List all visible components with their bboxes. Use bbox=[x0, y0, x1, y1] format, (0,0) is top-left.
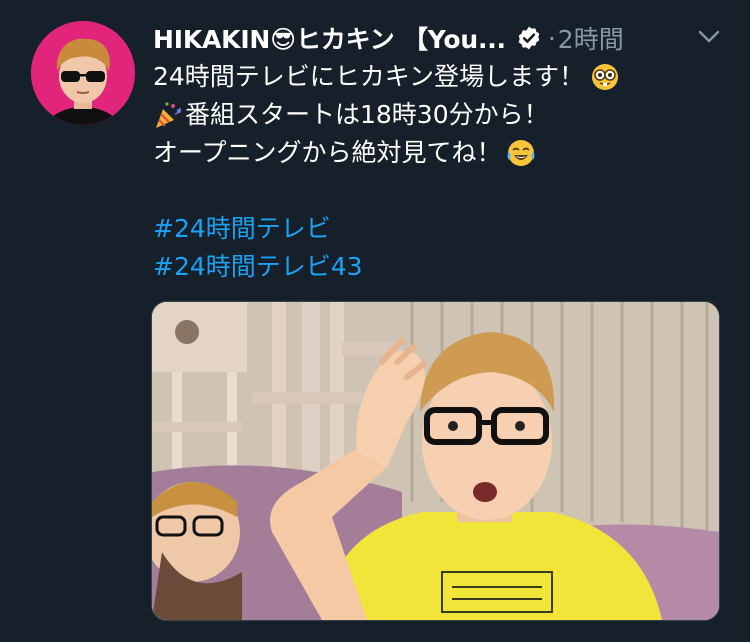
hashtag-link[interactable]: #24時間テレビ bbox=[153, 210, 331, 248]
avatar-photo-icon bbox=[31, 21, 135, 125]
hashtag-link[interactable]: #24時間テレビ43 bbox=[153, 248, 363, 286]
tweet-line: 番組スタートは18時30分から！ bbox=[153, 96, 733, 134]
tweet-line-text: オープニングから絶対見てね！ bbox=[153, 138, 502, 167]
tweet-header: HIKAKIN😎ヒカキン 【You... · 2時間 bbox=[153, 16, 728, 60]
verified-badge-icon bbox=[518, 26, 540, 50]
avatar[interactable] bbox=[31, 21, 135, 125]
tweet-line: オープニングから絶対見てね！ bbox=[153, 134, 733, 172]
tweet[interactable]: HIKAKIN😎ヒカキン 【You... · 2時間 24時間テレビにヒカキン登… bbox=[0, 0, 750, 642]
tweet-line-text: 番組スタートは18時30分から！ bbox=[185, 100, 549, 129]
tweet-line: 24時間テレビにヒカキン登場します！ bbox=[153, 58, 733, 96]
party-popper-icon bbox=[156, 102, 181, 128]
selfie-photo-icon bbox=[152, 302, 719, 620]
tears-of-joy-icon bbox=[507, 140, 535, 166]
tweet-line-text: 24時間テレビにヒカキン登場します！ bbox=[153, 62, 585, 91]
nerd-face-icon bbox=[592, 64, 619, 90]
hashtag-line: #24時間テレビ bbox=[153, 210, 733, 248]
hashtag-line: #24時間テレビ43 bbox=[153, 248, 733, 286]
tweet-text: 24時間テレビにヒカキン登場します！ 番組スタートは18時30分から！ オープニ… bbox=[153, 58, 733, 286]
chevron-down-icon[interactable] bbox=[698, 30, 720, 44]
tweet-photo[interactable] bbox=[151, 301, 720, 621]
tweet-actions bbox=[151, 632, 718, 642]
header-separator: · bbox=[547, 23, 556, 53]
display-name[interactable]: HIKAKIN😎ヒカキン 【You... bbox=[153, 20, 506, 56]
tweet-time[interactable]: 2時間 bbox=[558, 20, 624, 56]
